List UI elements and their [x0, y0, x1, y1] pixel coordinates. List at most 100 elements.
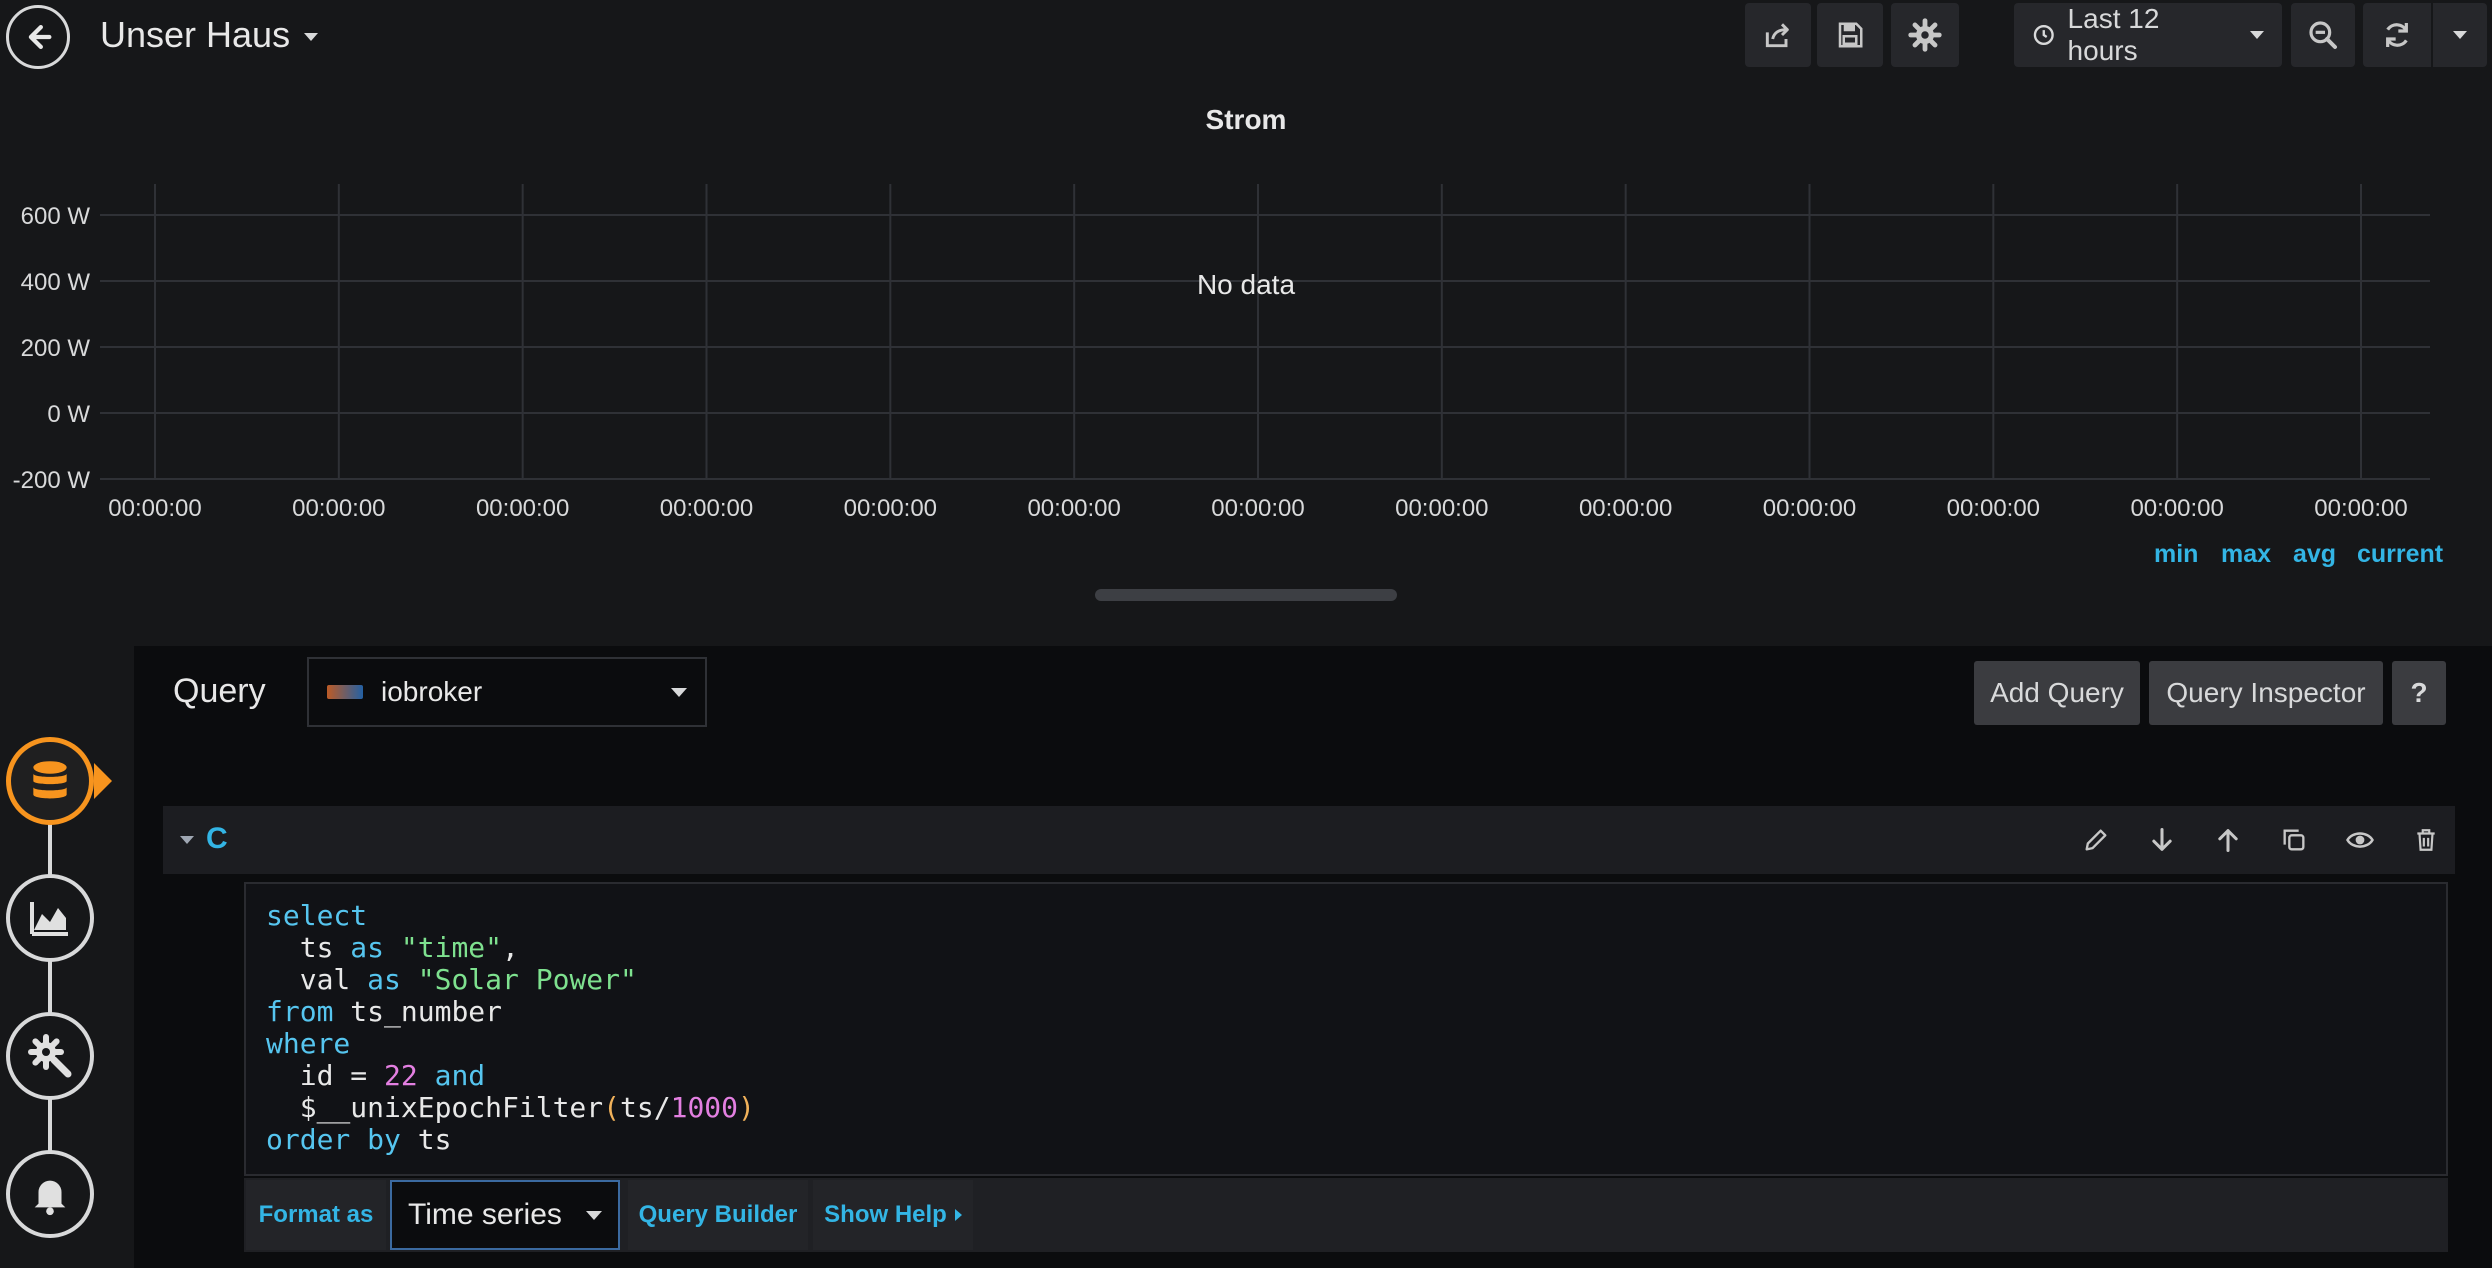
time-range-picker[interactable]: Last 12 hours: [2014, 3, 2282, 67]
tools-icon: [28, 1034, 72, 1078]
dashboard-title[interactable]: Unser Haus: [100, 14, 319, 56]
mysql-logo-icon: [327, 685, 363, 699]
nav-general[interactable]: [6, 1012, 94, 1100]
move-down-button[interactable]: [2144, 822, 2180, 858]
save-icon: [1838, 22, 1863, 48]
add-query-button[interactable]: Add Query: [1974, 661, 2140, 725]
refresh-interval-dropdown[interactable]: [2433, 3, 2487, 67]
format-as-select[interactable]: Time series: [390, 1180, 620, 1250]
nav-queries[interactable]: [6, 737, 94, 825]
query-ref-id[interactable]: C: [206, 822, 228, 856]
code-token: ts: [266, 931, 351, 964]
code-token: 1000: [670, 1091, 739, 1124]
arrow-down-icon: [2152, 827, 2172, 851]
dashboard-title-text: Unser Haus: [100, 14, 291, 55]
query-label: Query: [173, 672, 266, 710]
legend-min[interactable]: min: [2154, 540, 2198, 569]
datasource-select[interactable]: iobroker: [307, 657, 707, 727]
chevron-down-icon: [2453, 31, 2467, 39]
refresh-button[interactable]: [2363, 3, 2431, 67]
code-token: 22: [384, 1059, 418, 1092]
gear-icon: [1908, 18, 1942, 52]
x-tick-label: 00:00:00: [1211, 495, 1304, 522]
clock-icon: [2033, 24, 2054, 46]
query-inspector-button[interactable]: Query Inspector: [2149, 661, 2383, 725]
pencil-icon: [2085, 829, 2107, 851]
panel-title[interactable]: Strom: [0, 104, 2492, 136]
graph-panel: 600 W 400 W 200 W 0 W -200 W 00:00:00 00:00:00…: [13, 184, 2430, 522]
code-token: $__unixEpochFilter: [266, 1091, 604, 1124]
code-token: as: [350, 931, 385, 964]
format-as-value: Time series: [408, 1198, 562, 1231]
code-token: ts/: [620, 1091, 671, 1124]
code-token: where: [266, 1027, 351, 1060]
code-token: ts: [400, 1123, 452, 1156]
back-arrow-icon: [28, 24, 52, 50]
nav-active-indicator: [94, 763, 112, 799]
help-button[interactable]: ?: [2392, 661, 2446, 725]
y-tick-label: 400 W: [21, 269, 91, 296]
area-chart-icon: [30, 902, 68, 936]
trash-icon: [2417, 829, 2435, 851]
code-token: ts_number: [333, 995, 503, 1028]
code-token: from: [266, 995, 334, 1028]
code-token: order by: [266, 1123, 401, 1156]
code-token: and: [434, 1059, 486, 1092]
show-help-button[interactable]: Show Help: [813, 1180, 973, 1250]
zoom-out-button[interactable]: [2291, 3, 2355, 67]
move-up-button[interactable]: [2210, 822, 2246, 858]
back-button[interactable]: [6, 5, 70, 69]
collapse-caret-icon[interactable]: [180, 836, 194, 844]
datasource-name: iobroker: [381, 676, 483, 707]
nav-visualization[interactable]: [6, 874, 94, 962]
zoom-out-icon: [2309, 21, 2337, 49]
x-tick-label: 00:00:00: [1947, 495, 2040, 522]
x-tick-label: 00:00:00: [108, 495, 201, 522]
code-token: ,: [502, 931, 519, 964]
eye-icon: [2346, 832, 2374, 848]
toggle-visibility-button[interactable]: [2342, 822, 2378, 858]
legend-avg[interactable]: avg: [2293, 540, 2336, 569]
sql-code[interactable]: select ts as "time", val as "Solar Power…: [266, 900, 755, 1156]
x-tick-label: 00:00:00: [1027, 495, 1120, 522]
share-icon: [1765, 23, 1789, 48]
duplicate-query-button[interactable]: [2276, 822, 2312, 858]
x-tick-label: 00:00:00: [1395, 495, 1488, 522]
caret-right-icon: [954, 1209, 962, 1221]
code-token: (: [603, 1091, 621, 1124]
refresh-icon: [2386, 23, 2408, 47]
x-tick-label: 00:00:00: [1763, 495, 1856, 522]
y-tick-label: -200 W: [13, 467, 91, 494]
no-data-message: No data: [1197, 269, 1295, 300]
share-button[interactable]: [1745, 3, 1811, 67]
arrow-up-icon: [2218, 829, 2238, 853]
code-token: val: [266, 963, 368, 996]
panel-resize-handle[interactable]: [1095, 589, 1397, 601]
settings-button[interactable]: [1891, 3, 1959, 67]
database-icon: [33, 761, 67, 799]
x-tick-label: 00:00:00: [660, 495, 753, 522]
format-as-label: Format as: [246, 1180, 386, 1250]
query-builder-button[interactable]: Query Builder: [628, 1180, 808, 1250]
y-tick-label: 600 W: [21, 203, 91, 230]
nav-alert[interactable]: [6, 1150, 94, 1238]
time-range-label: Last 12 hours: [2067, 3, 2160, 66]
save-button[interactable]: [1817, 3, 1883, 67]
code-token: as: [367, 963, 401, 996]
chevron-down-icon: [586, 1210, 602, 1220]
chevron-down-icon: [304, 33, 319, 42]
bell-icon: [34, 1180, 66, 1216]
remove-query-button[interactable]: [2408, 822, 2444, 858]
x-tick-label: 00:00:00: [476, 495, 569, 522]
legend-current[interactable]: current: [2357, 540, 2443, 569]
legend-max[interactable]: max: [2221, 540, 2271, 569]
x-tick-label: 00:00:00: [1579, 495, 1672, 522]
edit-query-button[interactable]: [2078, 822, 2114, 858]
chevron-down-icon: [671, 687, 687, 697]
x-tick-label: 00:00:00: [844, 495, 937, 522]
code-token: "Solar Power": [417, 963, 637, 996]
x-tick-label: 00:00:00: [292, 495, 385, 522]
show-help-label: Show Help: [824, 1201, 947, 1228]
